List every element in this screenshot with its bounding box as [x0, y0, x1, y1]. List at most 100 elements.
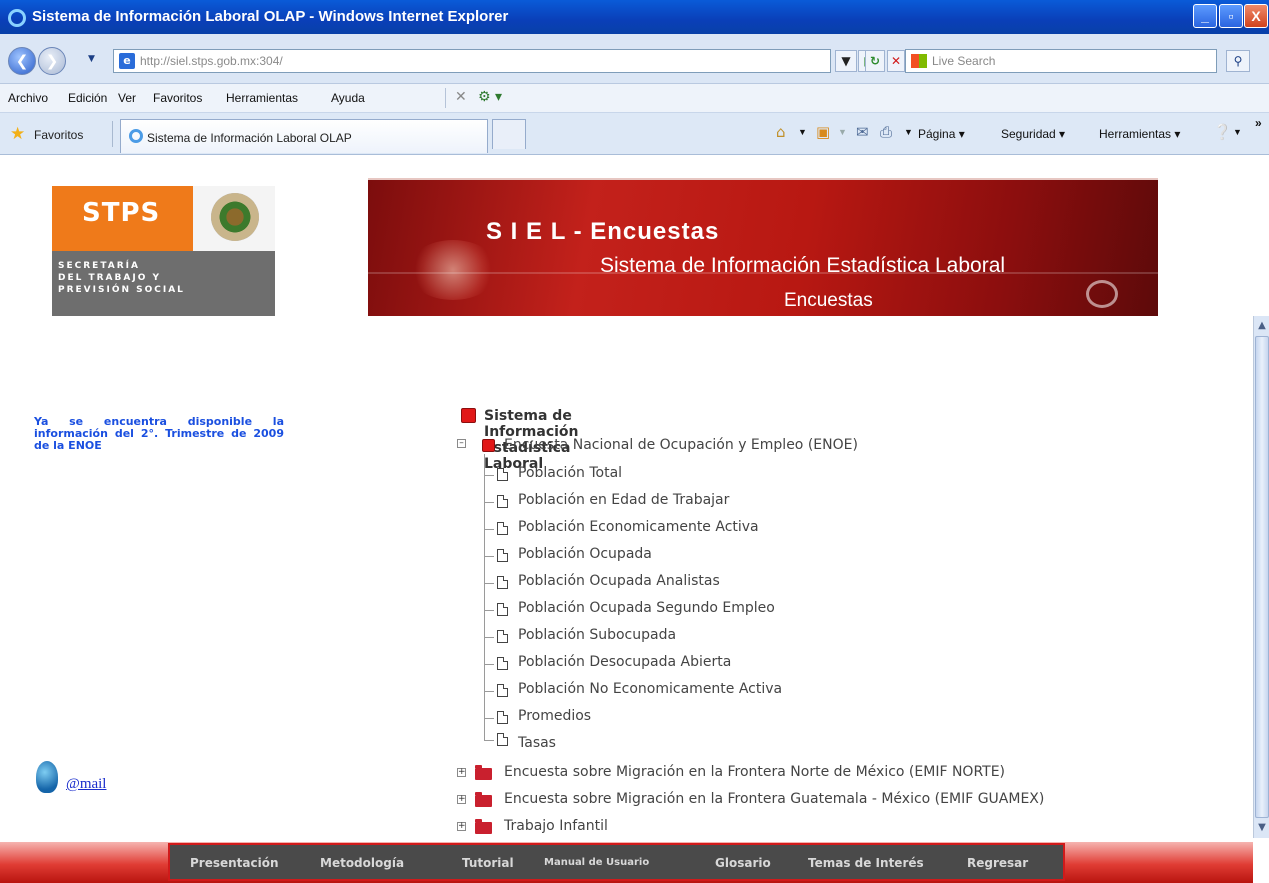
tree-item-segundo-empleo[interactable]: Población Ocupada Segundo Empleo	[518, 600, 775, 616]
enoe-node-icon	[482, 439, 495, 452]
maximize-button[interactable]: ▫	[1219, 4, 1243, 28]
command-herramientas[interactable]: Herramientas ▾	[1099, 127, 1180, 141]
tree-item-desocupada[interactable]: Población Desocupada Abierta	[518, 654, 731, 670]
search-input[interactable]: Live Search	[905, 49, 1217, 73]
expand-toggle[interactable]: +	[457, 768, 466, 777]
home-icon[interactable]: ⌂	[776, 123, 786, 141]
url-dropdown-icon[interactable]: ▼	[835, 50, 857, 72]
url-text: http://siel.stps.gob.mx:304/	[140, 54, 283, 68]
menu-favoritos[interactable]: Favoritos	[153, 91, 202, 105]
menu-separator	[445, 88, 446, 108]
search-placeholder: Live Search	[932, 54, 996, 68]
mexico-seal-icon	[211, 193, 259, 241]
history-dropdown-icon[interactable]: ▼	[88, 54, 95, 64]
notice-text: Ya se encuentra disponible la informació…	[34, 415, 284, 452]
document-icon	[497, 733, 508, 746]
folder-icon	[475, 792, 492, 807]
command-seguridad-label: Seguridad	[1001, 127, 1056, 141]
tree-item-ocupada-analistas[interactable]: Población Ocupada Analistas	[518, 573, 720, 589]
logo-line-2: DEL TRABAJO Y	[58, 273, 161, 283]
document-icon	[497, 603, 508, 616]
tab-siel[interactable]: Sistema de Información Laboral OLAP	[120, 119, 488, 153]
mail-icon[interactable]: ✉	[856, 123, 869, 141]
print-icon[interactable]: ⎙	[880, 123, 892, 141]
command-pagina-label: Página	[918, 127, 956, 141]
menu-edicion[interactable]: Edición	[68, 91, 107, 105]
expand-toggle[interactable]: +	[457, 822, 466, 831]
expand-toggle[interactable]: +	[457, 795, 466, 804]
help-dropdown-icon[interactable]: ▼	[1233, 127, 1242, 137]
favorites-button[interactable]: Favoritos	[34, 128, 83, 142]
new-tab-button[interactable]	[492, 119, 526, 149]
stop-icon[interactable]: ✕	[887, 50, 905, 72]
banner-subtitle: Sistema de Información Estadística Labor…	[600, 254, 1006, 277]
search-icon[interactable]: ⚲	[1226, 50, 1250, 72]
nav-glosario[interactable]: Glosario	[715, 856, 771, 870]
vertical-scrollbar[interactable]: ▲ ▼	[1253, 316, 1269, 838]
document-icon	[497, 657, 508, 670]
tree-item-tasas[interactable]: Tasas	[518, 735, 556, 751]
tree-node-emif-norte[interactable]: Encuesta sobre Migración en la Frontera …	[504, 764, 1005, 780]
close-toolbar-icon[interactable]: ✕	[455, 89, 467, 105]
favorites-separator	[112, 121, 113, 147]
logo-line-1: SECRETARÍA	[58, 261, 140, 271]
star-icon[interactable]: ★	[10, 124, 25, 144]
page-content: STPS SECRETARÍA DEL TRABAJO Y PREVISIÓN …	[0, 156, 1253, 883]
nav-manual-usuario[interactable]: Manual de Usuario	[544, 857, 649, 868]
logo-line-3: PREVISIÓN SOCIAL	[58, 285, 185, 295]
tree-node-trabajo-infantil[interactable]: Trabajo Infantil	[504, 818, 608, 834]
help-icon[interactable]: ❔	[1213, 123, 1232, 141]
live-search-icon	[911, 54, 927, 68]
forward-button[interactable]: ❯	[38, 47, 66, 75]
document-icon	[497, 495, 508, 508]
root-node-icon	[461, 408, 476, 423]
scroll-up-icon[interactable]: ▲	[1255, 318, 1269, 334]
tree-item-pea[interactable]: Población Economicamente Activa	[518, 519, 759, 535]
nav-regresar[interactable]: Regresar	[967, 856, 1028, 870]
scroll-thumb[interactable]	[1255, 336, 1269, 818]
enoe-collapse-toggle[interactable]: –	[457, 439, 466, 448]
more-commands-icon[interactable]: »	[1255, 116, 1262, 130]
tree-item-poblacion-total[interactable]: Población Total	[518, 465, 622, 481]
address-bar: ❮ ❯ ▼ e http://siel.stps.gob.mx:304/ ▼ ▦…	[0, 34, 1269, 84]
scroll-down-icon[interactable]: ▼	[1255, 820, 1269, 836]
document-icon	[497, 711, 508, 724]
menu-ayuda[interactable]: Ayuda	[331, 91, 365, 105]
refresh-icon[interactable]: ↻	[865, 50, 885, 72]
tree-item-ocupada[interactable]: Población Ocupada	[518, 546, 652, 562]
print-dropdown-icon[interactable]: ▼	[904, 127, 913, 137]
document-icon	[497, 549, 508, 562]
document-icon	[497, 468, 508, 481]
tree-item-subocupada[interactable]: Población Subocupada	[518, 627, 676, 643]
document-icon	[497, 576, 508, 589]
nav-metodologia[interactable]: Metodología	[320, 856, 404, 870]
siel-banner: S I E L - Encuestas Sistema de Informaci…	[368, 178, 1158, 316]
menu-ver[interactable]: Ver	[118, 91, 136, 105]
command-pagina[interactable]: Página ▾	[918, 127, 965, 141]
addon-icon[interactable]: ⚙ ▾	[478, 89, 502, 105]
back-button[interactable]: ❮	[8, 47, 36, 75]
home-dropdown-icon[interactable]: ▼	[798, 127, 807, 137]
menu-archivo[interactable]: Archivo	[8, 91, 48, 105]
close-button[interactable]: X	[1244, 4, 1268, 28]
mail-person-icon[interactable]	[36, 761, 58, 793]
nav-temas-interes[interactable]: Temas de Interés	[808, 856, 924, 870]
tree-item-promedios[interactable]: Promedios	[518, 708, 591, 724]
command-herramientas-label: Herramientas	[1099, 127, 1172, 141]
menu-herramientas[interactable]: Herramientas	[226, 91, 298, 105]
tree-item-edad-trabajar[interactable]: Población en Edad de Trabajar	[518, 492, 729, 508]
feeds-dropdown-icon[interactable]: ▼	[838, 127, 847, 137]
page-icon: e	[119, 53, 135, 69]
bottom-nav: Presentación Metodología Tutorial Manual…	[168, 843, 1065, 881]
url-input[interactable]: e http://siel.stps.gob.mx:304/	[113, 49, 831, 73]
command-seguridad[interactable]: Seguridad ▾	[1001, 127, 1065, 141]
minimize-button[interactable]: _	[1193, 4, 1217, 28]
feeds-icon[interactable]: ▣	[816, 123, 830, 141]
document-icon	[497, 630, 508, 643]
tree-item-pnea[interactable]: Población No Economicamente Activa	[518, 681, 782, 697]
nav-presentacion[interactable]: Presentación	[190, 856, 279, 870]
tree-node-enoe[interactable]: Encuesta Nacional de Ocupación y Empleo …	[504, 437, 858, 453]
tree-node-emif-guamex[interactable]: Encuesta sobre Migración en la Frontera …	[504, 791, 1044, 807]
mail-link[interactable]: @mail	[66, 776, 106, 793]
nav-tutorial[interactable]: Tutorial	[462, 856, 514, 870]
